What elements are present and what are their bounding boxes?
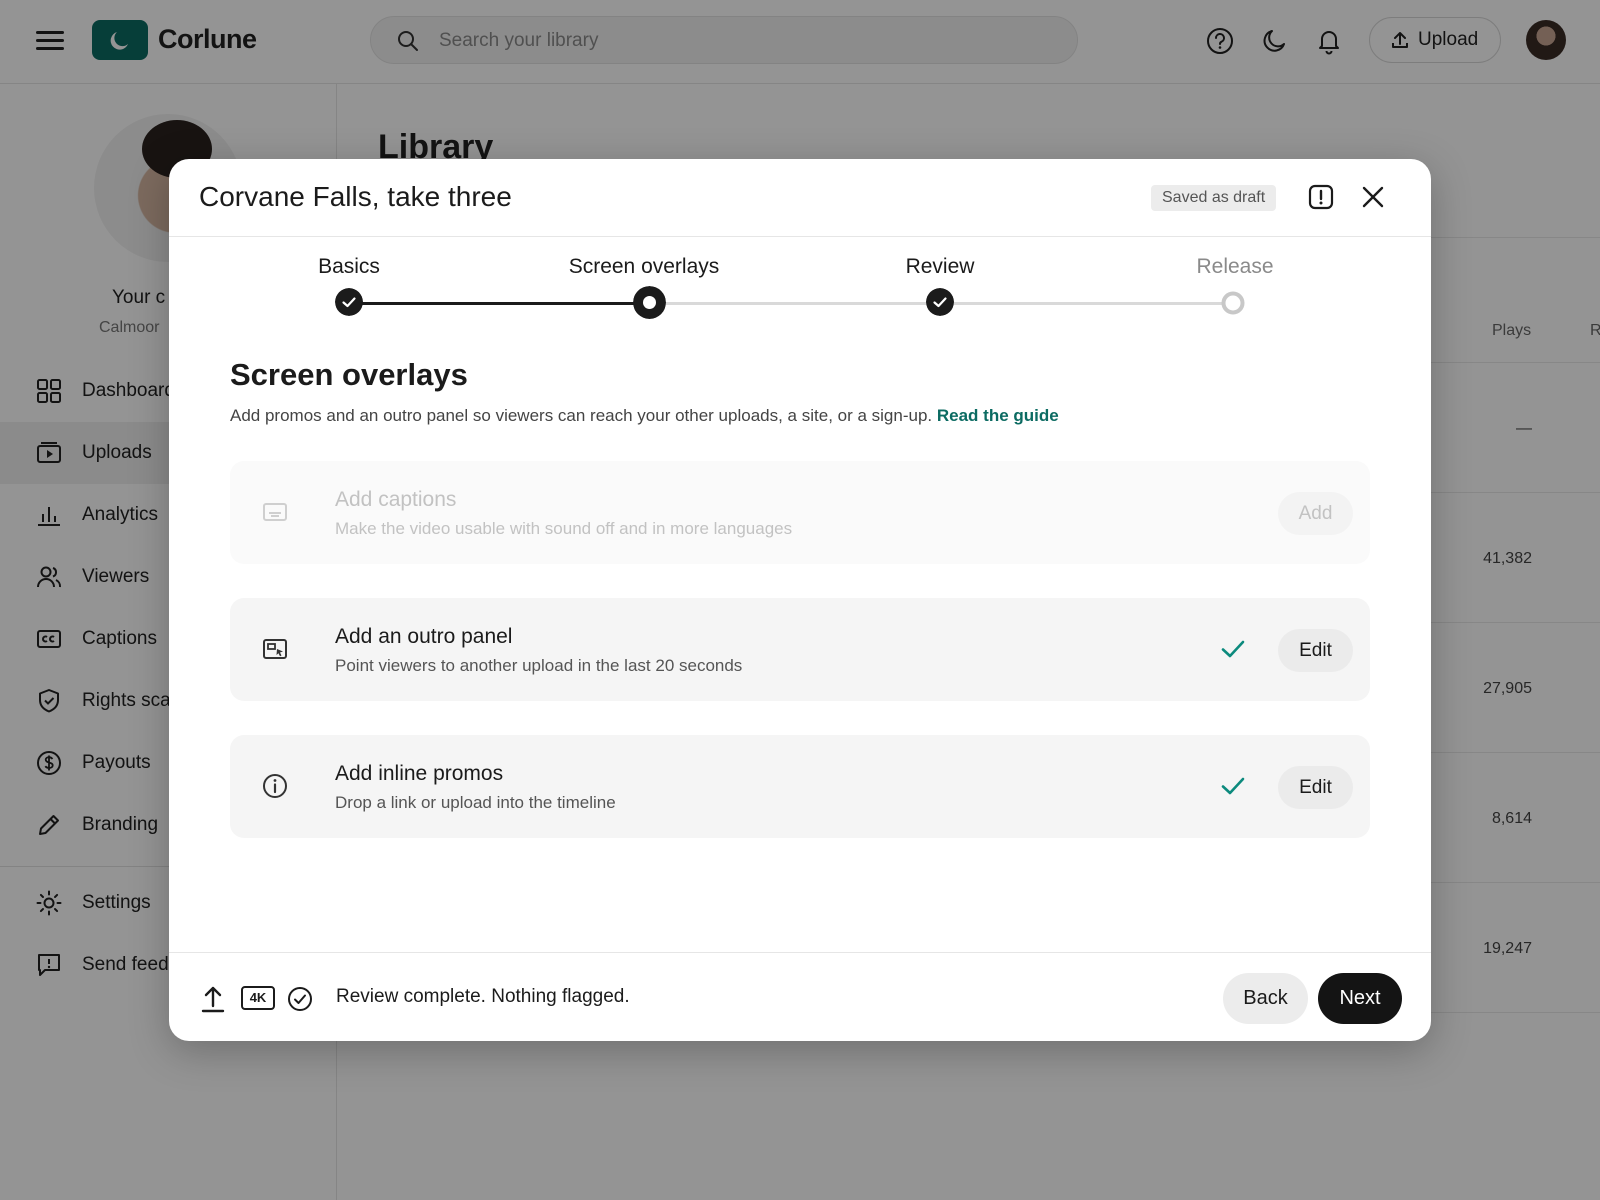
draft-status-badge: Saved as draft <box>1151 185 1277 211</box>
report-issue-icon[interactable] <box>1307 183 1335 211</box>
card-title: Add inline promos <box>335 762 504 785</box>
step-current-icon[interactable] <box>633 286 666 319</box>
step-release-pending-icon[interactable] <box>1221 291 1245 315</box>
close-icon[interactable] <box>1359 183 1387 211</box>
outro-panel-icon <box>263 639 287 659</box>
step-basics-label[interactable]: Basics <box>229 255 469 279</box>
back-button[interactable]: Back <box>1223 973 1308 1024</box>
read-guide-link[interactable]: Read the guide <box>937 406 1059 425</box>
dialog-title: Corvane Falls, take three <box>199 181 512 212</box>
dialog-header-divider <box>169 236 1431 237</box>
next-button[interactable]: Next <box>1318 973 1402 1024</box>
card-subtitle: Drop a link or upload into the timeline <box>335 793 616 812</box>
step-release-label[interactable]: Release <box>1115 255 1355 279</box>
captions-icon <box>263 503 287 521</box>
upload-dialog: Corvane Falls, take three Saved as draft… <box>169 159 1431 1041</box>
step-review-label[interactable]: Review <box>820 255 1060 279</box>
section-description: Add promos and an outro panel so viewers… <box>230 406 1059 426</box>
step-basics-check-icon[interactable] <box>335 288 363 316</box>
section-description-text: Add promos and an outro panel so viewers… <box>230 406 933 425</box>
add-captions-button[interactable]: Add <box>1278 492 1353 535</box>
check-circle-icon[interactable] <box>287 986 313 1012</box>
check-icon <box>1221 777 1245 795</box>
card-title: Add an outro panel <box>335 625 513 648</box>
card-add-captions: Add captions Make the video usable with … <box>230 461 1370 564</box>
step-screen-overlays-label[interactable]: Screen overlays <box>524 255 764 279</box>
stepper-track-complete <box>349 302 644 305</box>
check-icon <box>1221 640 1245 658</box>
info-icon <box>263 774 287 798</box>
dialog-footer-divider <box>169 952 1431 953</box>
review-status-text: Review complete. Nothing flagged. <box>336 986 630 1007</box>
edit-outro-panel-button[interactable]: Edit <box>1278 629 1353 672</box>
step-review-check-icon[interactable] <box>926 288 954 316</box>
card-add-inline-promos: Add inline promos Drop a link or upload … <box>230 735 1370 838</box>
card-subtitle: Make the video usable with sound off and… <box>335 519 793 538</box>
card-subtitle: Point viewers to another upload in the l… <box>335 656 743 675</box>
upload-status-icon[interactable] <box>199 984 227 1014</box>
card-title: Add captions <box>335 488 457 511</box>
section-title: Screen overlays <box>230 357 468 392</box>
edit-inline-promos-button[interactable]: Edit <box>1278 766 1353 809</box>
card-add-outro-panel: Add an outro panel Point viewers to anot… <box>230 598 1370 701</box>
quality-4k-badge[interactable]: 4K <box>241 986 275 1010</box>
